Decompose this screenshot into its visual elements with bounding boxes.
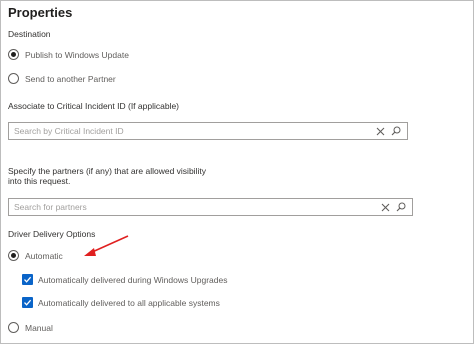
- search-icon[interactable]: [388, 123, 404, 139]
- checkmark-icon: [24, 299, 32, 306]
- search-icon[interactable]: [393, 199, 409, 215]
- radio-send-another-partner[interactable]: Send to another Partner: [8, 73, 116, 84]
- panel-title: Properties: [8, 5, 73, 20]
- checkbox-label: Automatically delivered to all applicabl…: [38, 297, 220, 308]
- partners-search-input[interactable]: [9, 199, 377, 215]
- radio-button[interactable]: [8, 322, 19, 333]
- radio-label: Automatic: [25, 250, 63, 261]
- partners-label-line2: into this request.: [8, 176, 71, 186]
- radio-label: Send to another Partner: [25, 73, 116, 84]
- close-icon[interactable]: [377, 199, 393, 215]
- incident-search-box: [8, 122, 408, 140]
- radio-label: Manual: [25, 322, 53, 333]
- checkbox-all-applicable-systems[interactable]: Automatically delivered to all applicabl…: [22, 297, 220, 308]
- radio-automatic[interactable]: Automatic: [8, 250, 63, 261]
- checkbox-label: Automatically delivered during Windows U…: [38, 274, 228, 285]
- radio-button-selected[interactable]: [8, 250, 19, 261]
- radio-label: Publish to Windows Update: [25, 49, 129, 60]
- checkmark-icon: [24, 276, 32, 283]
- checkbox-checked[interactable]: [22, 274, 33, 285]
- checkbox-windows-upgrades[interactable]: Automatically delivered during Windows U…: [22, 274, 227, 285]
- partners-search-box: [8, 198, 413, 216]
- radio-button[interactable]: [8, 73, 19, 84]
- radio-publish-windows-update[interactable]: Publish to Windows Update: [8, 49, 129, 60]
- destination-label: Destination: [8, 29, 51, 39]
- close-icon[interactable]: [372, 123, 388, 139]
- checkbox-checked[interactable]: [22, 297, 33, 308]
- incident-label: Associate to Critical Incident ID (If ap…: [8, 101, 180, 111]
- radio-manual[interactable]: Manual: [8, 322, 53, 333]
- radio-button-selected[interactable]: [8, 49, 19, 60]
- red-arrow-icon: [84, 235, 129, 256]
- incident-search-input[interactable]: [9, 123, 372, 139]
